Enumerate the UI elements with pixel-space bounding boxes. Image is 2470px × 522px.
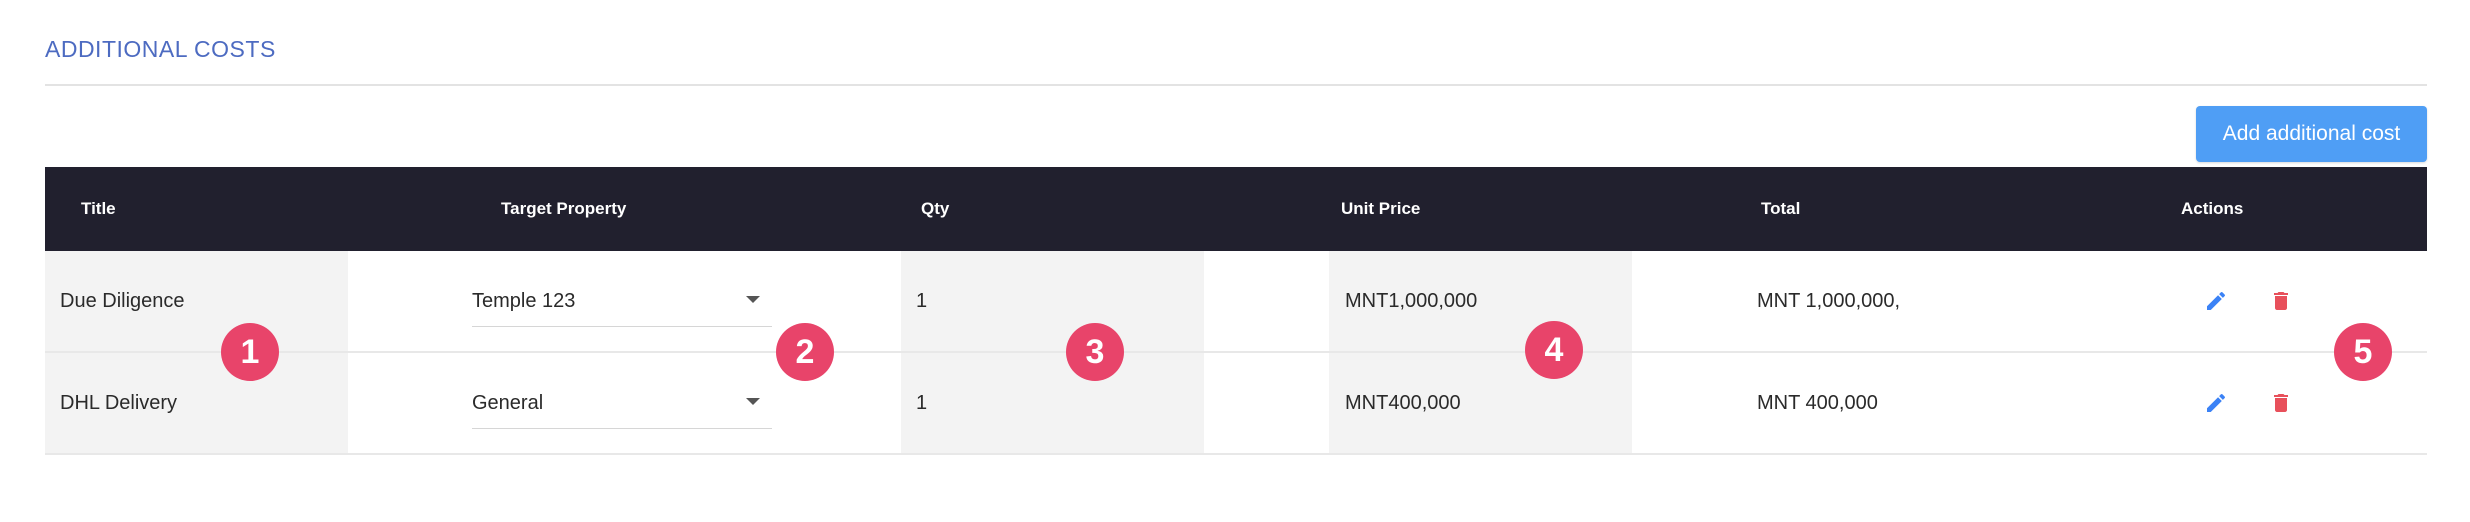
row-title-cell: Due Diligence: [45, 251, 348, 351]
header-title: Title: [81, 199, 116, 218]
pencil-icon: [2207, 291, 2226, 310]
section-divider: [45, 84, 2427, 86]
target-property-select[interactable]: Temple 123: [472, 276, 772, 327]
row-qty: 1: [916, 289, 928, 312]
row-unit-price-cell: MNT400,000: [1329, 353, 1632, 453]
trash-icon: [2274, 394, 2288, 412]
row-qty: 1: [916, 391, 928, 414]
row-qty-cell: 1: [901, 353, 1204, 453]
row-total-cell: MNT 400,000: [1757, 353, 2157, 453]
table-row: Due Diligence Temple 123 1 MNT1,000,000 …: [45, 251, 2427, 353]
annotation-badge: 3: [1066, 323, 1124, 381]
row-title: DHL Delivery: [60, 391, 178, 414]
header-total: Total: [1761, 199, 1801, 218]
row-unit-price-cell: MNT1,000,000: [1329, 251, 1632, 351]
pencil-icon: [2207, 393, 2226, 412]
delete-button[interactable]: [2265, 285, 2297, 317]
target-property-select[interactable]: General: [472, 378, 772, 429]
header-unit-price: Unit Price: [1341, 199, 1421, 218]
row-qty-cell: 1: [901, 251, 1204, 351]
row-title-cell: DHL Delivery: [45, 353, 348, 453]
caret-down-icon: [746, 398, 760, 405]
header-actions: Actions: [2181, 199, 2244, 218]
row-title: Due Diligence: [60, 289, 185, 312]
target-property-value: General: [472, 391, 544, 414]
table-header: Title Target Property Qty Unit Price Tot…: [45, 167, 2427, 251]
row-total: MNT 400,000: [1757, 391, 1878, 414]
table-row: DHL Delivery General 1 MNT400,000 MNT 40…: [45, 353, 2427, 455]
caret-down-icon: [746, 296, 760, 303]
add-additional-cost-button[interactable]: Add additional cost: [2196, 106, 2427, 162]
row-unit-price: MNT1,000,000: [1345, 289, 1478, 312]
target-property-value: Temple 123: [472, 289, 576, 312]
row-total: MNT 1,000,000,: [1757, 289, 1901, 312]
section-title: ADDITIONAL COSTS: [45, 36, 276, 62]
annotation-badge: 4: [1525, 321, 1583, 379]
annotation-badge: 5: [2334, 323, 2392, 381]
header-target-property: Target Property: [501, 199, 627, 218]
header-qty: Qty: [921, 199, 950, 218]
row-unit-price: MNT400,000: [1345, 391, 1461, 414]
edit-button[interactable]: [2200, 285, 2232, 317]
edit-button[interactable]: [2200, 387, 2232, 419]
annotation-badge: 1: [221, 323, 279, 381]
additional-costs-table: Title Target Property Qty Unit Price Tot…: [45, 167, 2427, 455]
annotation-badge: 2: [776, 323, 834, 381]
delete-button[interactable]: [2265, 387, 2297, 419]
row-total-cell: MNT 1,000,000,: [1757, 251, 2157, 351]
trash-icon: [2274, 292, 2288, 310]
